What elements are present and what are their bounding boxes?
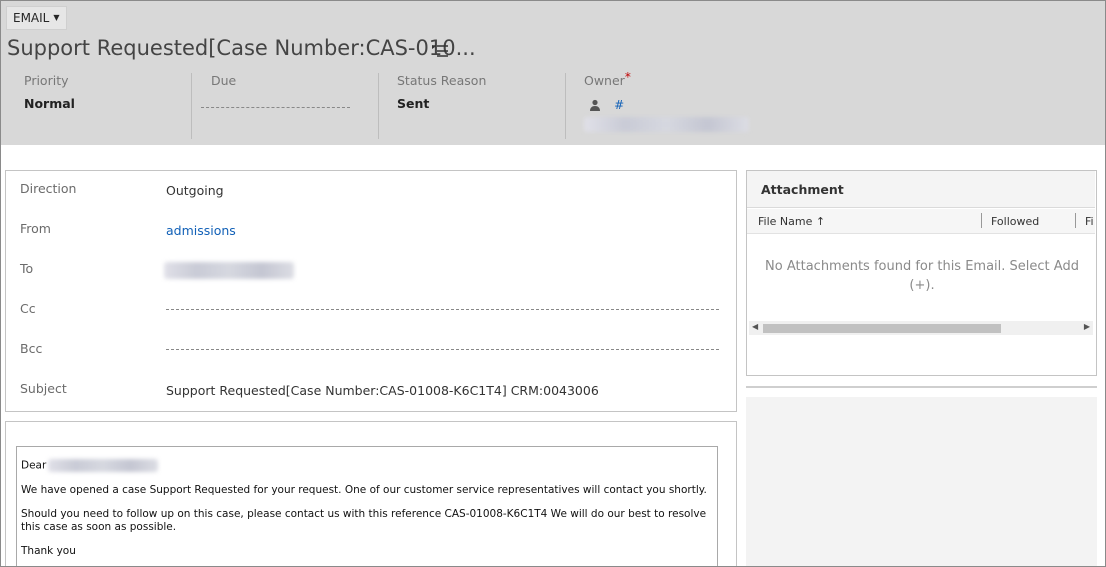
page-title: Support Requested[Case Number:CAS-010...: [7, 36, 476, 60]
owner-label: Owner*: [584, 70, 764, 88]
status-reason-label: Status Reason: [397, 73, 487, 88]
side-section-placeholder: [746, 397, 1097, 566]
email-details-panel: Direction Outgoing From admissions To Cc…: [5, 170, 737, 412]
priority-label: Priority: [24, 73, 69, 88]
bcc-input[interactable]: [166, 341, 719, 350]
email-body-editor[interactable]: Dear We have opened a case Support Reque…: [16, 446, 718, 566]
user-icon: [590, 99, 600, 111]
attachment-header: Attachment: [747, 171, 1095, 208]
email-form-window: EMAIL ▼ Support Requested[Case Number:CAS…: [0, 0, 1106, 567]
owner-link[interactable]: #: [614, 98, 624, 112]
attachment-title: Attachment: [761, 182, 844, 197]
attachment-grid-header: File Name ↑ Followed Fi: [747, 209, 1095, 234]
empty-message-line-1: No Attachments found for this Email. Sel…: [765, 259, 1079, 274]
redacted-to-value[interactable]: [164, 262, 294, 279]
cc-label: Cc: [20, 301, 36, 316]
header-divider: [378, 73, 379, 139]
cc-input[interactable]: [166, 301, 719, 310]
status-reason-value: Sent: [397, 96, 430, 111]
empty-attachments-message: No Attachments found for this Email. Sel…: [757, 257, 1087, 295]
body-line-2b: this case as soon as possible.: [21, 521, 177, 533]
empty-message-line-2: (+).: [909, 278, 935, 293]
status-reason-field[interactable]: Status Reason Sent: [397, 73, 557, 139]
form-selector-menu-icon[interactable]: [432, 45, 448, 61]
horizontal-scrollbar[interactable]: ◀ ▶: [749, 321, 1093, 335]
body-line-2a: Should you need to follow up on this cas…: [21, 508, 707, 520]
body-closing: Thank you: [21, 545, 76, 557]
priority-field[interactable]: Priority Normal: [24, 73, 184, 139]
subject-label: Subject: [20, 381, 67, 396]
subject-value[interactable]: Support Requested[Case Number:CAS-01008-…: [166, 383, 599, 398]
redacted-owner-name: [584, 117, 749, 132]
owner-field[interactable]: Owner* #: [584, 70, 764, 139]
owner-label-text: Owner: [584, 73, 625, 88]
from-value[interactable]: admissions: [166, 223, 236, 238]
direction-value[interactable]: Outgoing: [166, 183, 224, 198]
required-marker: *: [624, 70, 631, 84]
attachment-panel: Attachment File Name ↑ Followed Fi No At…: [746, 170, 1097, 376]
greeting-text: Dear: [21, 459, 47, 472]
to-label: To: [20, 261, 34, 276]
column-file-name-label: File Name: [758, 215, 813, 228]
due-label: Due: [211, 73, 237, 88]
column-divider[interactable]: [1075, 213, 1076, 228]
owner-value[interactable]: #: [589, 94, 764, 113]
bcc-label: Bcc: [20, 341, 43, 356]
header-divider: [191, 73, 192, 139]
from-label: From: [20, 221, 51, 236]
direction-label: Direction: [20, 181, 77, 196]
scroll-left-icon[interactable]: ◀: [752, 322, 758, 331]
priority-value: Normal: [24, 96, 75, 111]
scroll-right-icon[interactable]: ▶: [1084, 322, 1090, 331]
due-field[interactable]: Due: [201, 73, 351, 139]
form-header: EMAIL ▼ Support Requested[Case Number:CAS…: [1, 1, 1105, 145]
scrollbar-thumb[interactable]: [763, 324, 1001, 333]
arrow-up-icon: ↑: [815, 215, 826, 228]
section-divider: [746, 386, 1097, 388]
entity-switcher-button[interactable]: EMAIL ▼: [6, 6, 67, 30]
redacted-recipient-name: [48, 459, 159, 472]
body-greeting: Dear: [21, 459, 159, 472]
column-followed[interactable]: Followed: [991, 215, 1039, 228]
body-line-1: We have opened a case Support Requested …: [21, 484, 707, 496]
entity-label: EMAIL: [13, 11, 50, 25]
column-file-name[interactable]: File Name ↑: [758, 215, 825, 228]
from-link[interactable]: admissions: [166, 223, 236, 238]
due-empty-value: [201, 97, 350, 108]
column-divider[interactable]: [981, 213, 982, 228]
column-fi[interactable]: Fi: [1085, 215, 1094, 228]
caret-down-icon: ▼: [53, 13, 60, 22]
header-divider: [565, 73, 566, 139]
